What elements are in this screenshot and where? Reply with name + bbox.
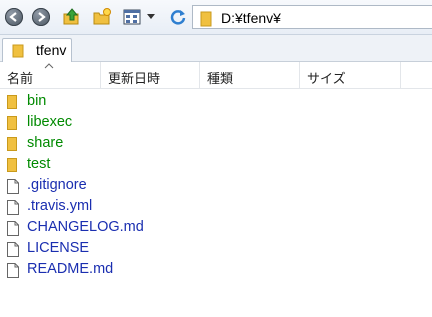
view-dropdown-button[interactable] <box>144 7 158 27</box>
list-item[interactable]: README.md <box>0 260 300 280</box>
column-modified[interactable]: 更新日時 <box>101 62 200 88</box>
refresh-button[interactable] <box>168 7 188 27</box>
list-item[interactable]: .gitignore <box>0 176 300 196</box>
file-icon <box>7 200 19 215</box>
refresh-icon <box>170 10 186 25</box>
file-icon <box>7 179 19 194</box>
item-name: .gitignore <box>27 177 87 193</box>
new-folder-button[interactable] <box>92 7 112 27</box>
tab-tfenv[interactable]: tfenv <box>2 38 72 62</box>
back-icon <box>5 8 23 26</box>
tab-label: tfenv <box>36 42 67 58</box>
list-item[interactable]: CHANGELOG.md <box>0 218 300 238</box>
address-path: D:¥tfenv¥ <box>221 10 281 26</box>
column-type[interactable]: 種類 <box>200 62 300 88</box>
forward-icon <box>32 8 50 26</box>
list-item[interactable]: LICENSE <box>0 239 300 259</box>
column-name[interactable]: 名前 <box>0 62 101 88</box>
column-label: 名前 <box>7 71 34 86</box>
item-name: share <box>27 135 64 151</box>
file-icon <box>7 263 19 278</box>
dropdown-icon <box>147 14 155 19</box>
folder-icon <box>7 116 17 130</box>
item-name: CHANGELOG.md <box>27 219 144 235</box>
column-label: サイズ <box>307 71 346 86</box>
item-name: bin <box>27 93 47 109</box>
up-folder-button[interactable] <box>62 7 82 27</box>
view-button[interactable] <box>122 7 142 27</box>
folder-icon <box>200 11 212 27</box>
list-item[interactable]: bin <box>0 92 300 112</box>
list-item[interactable]: libexec <box>0 113 300 133</box>
folder-icon <box>12 44 24 58</box>
file-icon <box>7 242 19 257</box>
list-item[interactable]: .travis.yml <box>0 197 300 217</box>
list-item[interactable]: test <box>0 155 300 175</box>
view-icon <box>123 9 141 25</box>
file-icon <box>7 221 19 236</box>
item-name: LICENSE <box>27 240 90 256</box>
column-size[interactable]: サイズ <box>300 62 401 88</box>
new-folder-icon <box>93 8 111 25</box>
item-name: test <box>27 156 51 172</box>
item-name: .travis.yml <box>27 198 93 214</box>
column-header: 名前 更新日時 種類 サイズ <box>0 62 432 89</box>
folder-icon <box>7 137 17 151</box>
list-item[interactable]: share <box>0 134 300 154</box>
toolbar: D:¥tfenv¥ <box>0 0 432 35</box>
folder-icon <box>7 158 17 172</box>
forward-button[interactable] <box>31 7 51 27</box>
address-bar[interactable]: D:¥tfenv¥ <box>192 5 432 29</box>
tab-bar: tfenv <box>0 35 432 62</box>
column-label: 種類 <box>207 71 234 86</box>
back-button[interactable] <box>4 7 24 27</box>
folder-icon <box>7 95 17 109</box>
item-name: README.md <box>27 261 114 277</box>
sort-ascending-icon <box>44 63 54 69</box>
item-name: libexec <box>27 114 73 130</box>
up-folder-icon <box>63 8 79 25</box>
column-label: 更新日時 <box>108 71 161 86</box>
